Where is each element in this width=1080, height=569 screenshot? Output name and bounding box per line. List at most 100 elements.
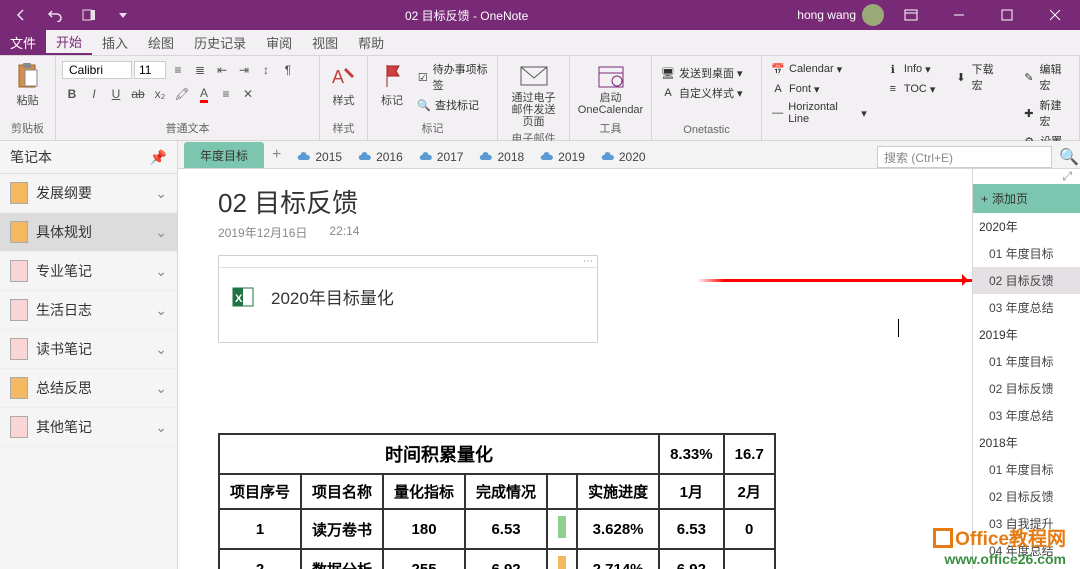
- notebook-item[interactable]: 具体规划⌄: [0, 213, 177, 252]
- year-tab[interactable]: 2018: [471, 146, 532, 168]
- numbering-icon[interactable]: ≣: [190, 60, 210, 80]
- macro-font[interactable]: AFont▾: [768, 80, 869, 98]
- notebook-swatch: [10, 338, 28, 360]
- year-tab[interactable]: 2015: [289, 146, 350, 168]
- notebook-item[interactable]: 读书笔记⌄: [0, 330, 177, 369]
- page-item[interactable]: 03 年度总结: [973, 294, 1080, 321]
- tags-button[interactable]: 标记: [374, 60, 410, 120]
- email-button[interactable]: 通过电子邮件发送页面: [504, 60, 563, 130]
- menu-history[interactable]: 历史记录: [184, 30, 256, 55]
- macro-info[interactable]: ℹInfo▾: [883, 60, 938, 78]
- page-item[interactable]: 01 年度目标: [973, 348, 1080, 375]
- macro-hr[interactable]: —Horizontal Line▾: [768, 100, 869, 126]
- find-tags-button[interactable]: 🔍查找标记: [414, 96, 491, 114]
- progress-bar: [558, 516, 566, 538]
- menu-review[interactable]: 审阅: [256, 30, 302, 55]
- menu-view[interactable]: 视图: [302, 30, 348, 55]
- para-icon[interactable]: ¶: [278, 60, 298, 80]
- notebook-swatch: [10, 299, 28, 321]
- add-section-button[interactable]: +: [264, 142, 289, 168]
- add-page-button[interactable]: +添加页: [973, 184, 1080, 213]
- page-canvas[interactable]: 02 目标反馈 2019年12月16日 22:14 ⋯ X 2020年目标量化: [178, 169, 972, 569]
- indent-icon[interactable]: ⇥: [234, 60, 254, 80]
- font-size-select[interactable]: 11: [134, 61, 166, 79]
- macro-toc[interactable]: ≡TOC▾: [883, 80, 938, 98]
- section-tab[interactable]: 年度目标: [184, 142, 264, 168]
- dropdown-icon[interactable]: [110, 2, 136, 28]
- notebook-item[interactable]: 总结反思⌄: [0, 369, 177, 408]
- expand-icon[interactable]: ⤢: [973, 169, 1080, 184]
- page-item[interactable]: 02 目标反馈: [973, 483, 1080, 510]
- macro-calendar[interactable]: 📅Calendar▾: [768, 60, 869, 78]
- page-item[interactable]: 02 目标反馈: [973, 267, 1080, 294]
- menu-home[interactable]: 开始: [46, 30, 92, 55]
- underline-button[interactable]: U: [106, 84, 126, 104]
- close-icon[interactable]: [1034, 0, 1076, 30]
- desktop-icon: 🖥: [660, 65, 676, 81]
- macro-download[interactable]: ⬇下载宏: [951, 60, 1005, 94]
- page-group-year[interactable]: 2020年: [973, 213, 1080, 240]
- notebook-item[interactable]: 专业笔记⌄: [0, 252, 177, 291]
- menu-file[interactable]: 文件: [0, 30, 46, 55]
- strike-button[interactable]: ab: [128, 84, 148, 104]
- font-color-button[interactable]: A: [194, 84, 214, 104]
- macro-new[interactable]: ✚新建宏: [1019, 96, 1073, 130]
- clear-format-button[interactable]: ✕: [238, 84, 258, 104]
- minimize-icon[interactable]: [938, 0, 980, 30]
- page-group-year[interactable]: 2019年: [973, 321, 1080, 348]
- onecalendar-button[interactable]: 启动 OneCalendar: [576, 60, 645, 118]
- menu-insert[interactable]: 插入: [92, 30, 138, 55]
- page-group-year[interactable]: 2018年: [973, 429, 1080, 456]
- data-table[interactable]: 时间积累量化 8.33% 16.7 项目序号项目名称量化指标完成情况实施进度1月…: [218, 433, 776, 569]
- search-input[interactable]: 搜索 (Ctrl+E): [877, 146, 1052, 168]
- ribbon-toggle-icon[interactable]: [890, 0, 932, 30]
- styles-button[interactable]: A 样式: [326, 60, 361, 110]
- notebook-item[interactable]: 其他笔记⌄: [0, 408, 177, 447]
- pin-icon[interactable]: 📌: [150, 149, 167, 166]
- subscript-button[interactable]: x₂: [150, 84, 170, 104]
- page-item[interactable]: 02 目标反馈: [973, 375, 1080, 402]
- todo-tag-button[interactable]: ☑待办事项标签: [414, 60, 491, 94]
- menu-draw[interactable]: 绘图: [138, 30, 184, 55]
- notebook-item[interactable]: 生活日志⌄: [0, 291, 177, 330]
- menu-help[interactable]: 帮助: [348, 30, 394, 55]
- svg-text:A: A: [332, 67, 344, 87]
- table-row[interactable]: 2数据分析2556.922.714%6.92: [219, 549, 775, 569]
- search-icon[interactable]: 🔍: [1058, 146, 1080, 168]
- highlight-button[interactable]: 🖍: [172, 84, 192, 104]
- custom-style-button[interactable]: A自定义样式▾: [658, 84, 755, 102]
- paste-button[interactable]: 粘贴: [6, 60, 49, 110]
- page-item[interactable]: 01 年度目标: [973, 240, 1080, 267]
- italic-button[interactable]: I: [84, 84, 104, 104]
- table-row[interactable]: 1读万卷书1806.533.628%6.530: [219, 509, 775, 549]
- align-button[interactable]: ≡: [216, 84, 236, 104]
- year-tab[interactable]: 2016: [350, 146, 411, 168]
- user-name[interactable]: hong wang: [797, 8, 856, 22]
- page-item[interactable]: 03 年度总结: [973, 402, 1080, 429]
- sort-icon[interactable]: ↕: [256, 60, 276, 80]
- notebook-header: 笔记本: [10, 147, 52, 167]
- maximize-icon[interactable]: [986, 0, 1028, 30]
- notebook-item[interactable]: 发展纲要⌄: [0, 174, 177, 213]
- dock-icon[interactable]: [76, 2, 102, 28]
- table-title: 时间积累量化: [219, 434, 659, 474]
- undo-icon[interactable]: [42, 2, 68, 28]
- bold-button[interactable]: B: [62, 84, 82, 104]
- macro-edit[interactable]: ✎编辑宏: [1019, 60, 1073, 94]
- window-title: 02 目标反馈 - OneNote: [136, 7, 797, 24]
- group-label: 剪贴板: [6, 120, 49, 138]
- page-item[interactable]: 01 年度目标: [973, 456, 1080, 483]
- font-name-select[interactable]: Calibri: [62, 61, 132, 79]
- download-icon: ⬇: [953, 69, 968, 85]
- year-tab[interactable]: 2020: [593, 146, 654, 168]
- excel-embed[interactable]: ⋯ X 2020年目标量化: [218, 255, 598, 343]
- back-icon[interactable]: [8, 2, 34, 28]
- send-desktop-button[interactable]: 🖥发送到桌面▾: [658, 64, 755, 82]
- page-title[interactable]: 02 目标反馈: [218, 183, 962, 220]
- year-tab[interactable]: 2017: [411, 146, 472, 168]
- year-tab[interactable]: 2019: [532, 146, 593, 168]
- avatar[interactable]: [862, 4, 884, 26]
- plus-icon: +: [981, 192, 988, 206]
- outdent-icon[interactable]: ⇤: [212, 60, 232, 80]
- bullets-icon[interactable]: ≡: [168, 60, 188, 80]
